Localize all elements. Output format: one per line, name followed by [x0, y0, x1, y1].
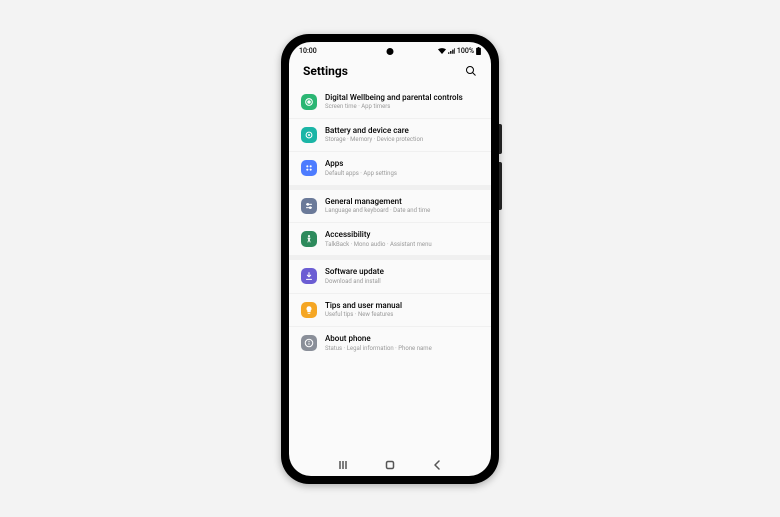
settings-item-apps[interactable]: Apps Default apps · App settings [289, 152, 491, 184]
item-title: Software update [325, 267, 479, 277]
tips-icon [301, 302, 317, 318]
item-title: General management [325, 197, 479, 207]
settings-item-tips[interactable]: Tips and user manual Useful tips · New f… [289, 294, 491, 327]
item-subtitle: Download and install [325, 278, 479, 286]
item-subtitle: TalkBack · Mono audio · Assistant menu [325, 241, 479, 249]
battery-icon [476, 47, 481, 55]
recents-button[interactable] [338, 460, 348, 470]
status-indicators: 100% [438, 47, 481, 55]
battery-care-icon [301, 127, 317, 143]
side-button [499, 124, 502, 154]
about-icon [301, 335, 317, 351]
camera-cutout [387, 48, 394, 55]
back-button[interactable] [432, 460, 442, 470]
settings-item-digital-wellbeing[interactable]: Digital Wellbeing and parental controls … [289, 86, 491, 119]
item-title: About phone [325, 334, 479, 344]
settings-item-software[interactable]: Software update Download and install [289, 260, 491, 293]
item-subtitle: Screen time · App timers [325, 103, 479, 111]
software-update-icon [301, 268, 317, 284]
item-title: Battery and device care [325, 126, 479, 136]
wellbeing-icon [301, 94, 317, 110]
item-subtitle: Storage · Memory · Device protection [325, 136, 479, 144]
navigation-bar [289, 454, 491, 476]
header: Settings [289, 60, 491, 86]
item-subtitle: Useful tips · New features [325, 311, 479, 319]
apps-icon [301, 160, 317, 176]
general-icon [301, 198, 317, 214]
status-time: 10:00 [299, 47, 317, 55]
search-icon[interactable] [465, 65, 477, 77]
page-title: Settings [303, 64, 348, 78]
side-button [499, 162, 502, 210]
item-subtitle: Default apps · App settings [325, 170, 479, 178]
phone-frame: 10:00 100% Settings Digital Wellbeing an… [281, 34, 499, 484]
signal-icon [448, 48, 455, 54]
wifi-icon [438, 48, 446, 54]
item-title: Accessibility [325, 230, 479, 240]
settings-item-general[interactable]: General management Language and keyboard… [289, 190, 491, 223]
item-title: Digital Wellbeing and parental controls [325, 93, 479, 103]
screen: 10:00 100% Settings Digital Wellbeing an… [289, 42, 491, 476]
accessibility-icon [301, 231, 317, 247]
settings-item-about[interactable]: About phone Status · Legal information ·… [289, 327, 491, 359]
item-title: Tips and user manual [325, 301, 479, 311]
status-battery: 100% [457, 47, 474, 55]
settings-item-battery[interactable]: Battery and device care Storage · Memory… [289, 119, 491, 152]
settings-item-accessibility[interactable]: Accessibility TalkBack · Mono audio · As… [289, 223, 491, 255]
item-subtitle: Status · Legal information · Phone name [325, 345, 479, 353]
settings-list[interactable]: Digital Wellbeing and parental controls … [289, 86, 491, 454]
item-title: Apps [325, 159, 479, 169]
item-subtitle: Language and keyboard · Date and time [325, 207, 479, 215]
home-button[interactable] [385, 460, 395, 470]
